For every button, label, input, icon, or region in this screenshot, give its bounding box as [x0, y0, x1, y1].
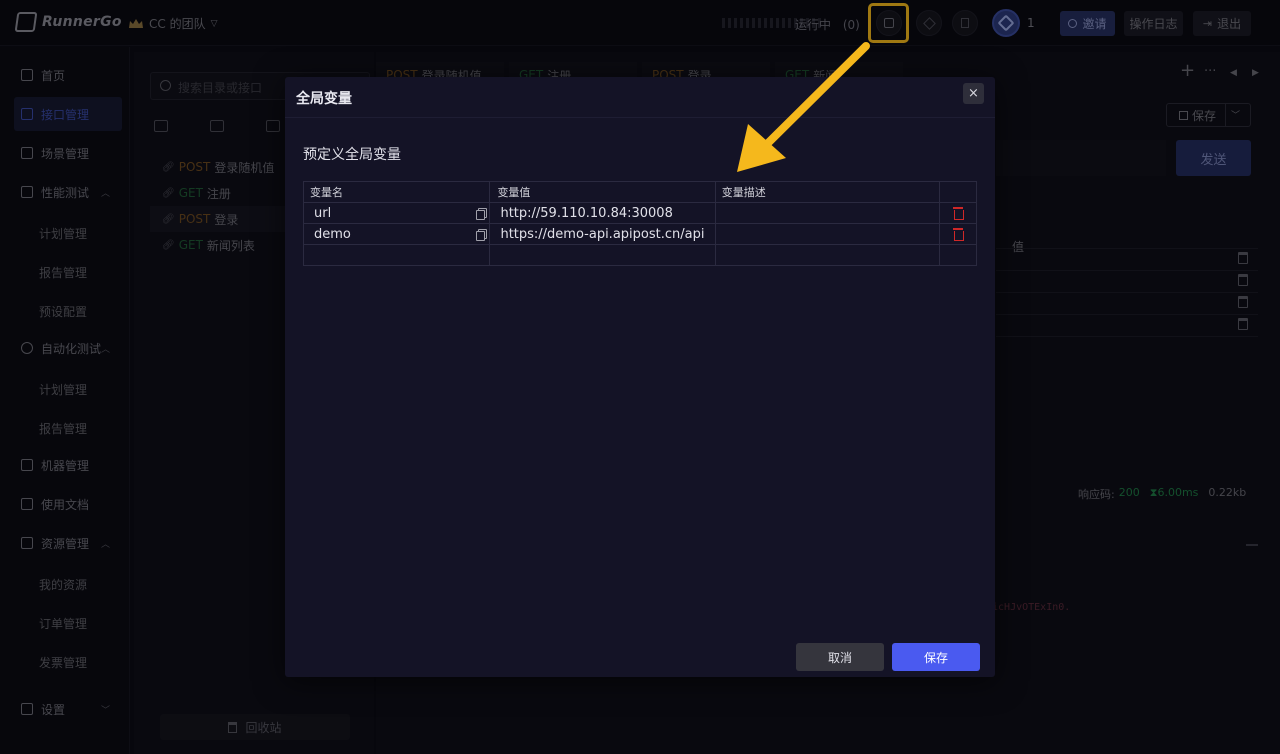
- save-button[interactable]: 保存: [892, 643, 980, 671]
- cancel-button[interactable]: 取消: [796, 643, 884, 671]
- trash-icon: [953, 207, 965, 220]
- column-header-action: [940, 182, 976, 202]
- variable-name-cell[interactable]: demo: [304, 224, 491, 244]
- table-header: 变量名 变量值 变量描述: [304, 182, 976, 203]
- table-row: demo https://demo-api.apipost.cn/api: [304, 224, 976, 245]
- variable-value-cell[interactable]: https://demo-api.apipost.cn/api: [490, 224, 716, 244]
- column-header-description: 变量描述: [716, 182, 941, 202]
- variable-description-cell[interactable]: [716, 203, 941, 223]
- delete-row-button[interactable]: [940, 203, 976, 223]
- variable-value: https://demo-api.apipost.cn/api: [500, 226, 705, 242]
- variables-table: 变量名 变量值 变量描述 url http://59.110.10.84:300…: [303, 181, 977, 266]
- delete-row-button[interactable]: [940, 224, 976, 244]
- new-variable-name-cell[interactable]: [304, 245, 491, 265]
- table-row-empty: [304, 245, 976, 265]
- empty-action-cell: [940, 245, 976, 265]
- variable-value-cell[interactable]: http://59.110.10.84:30008: [490, 203, 716, 223]
- variable-name: url: [314, 205, 332, 221]
- table-row: url http://59.110.10.84:30008: [304, 203, 976, 224]
- close-icon: ×: [968, 86, 979, 101]
- modal-title: 全局变量: [296, 91, 352, 107]
- new-variable-description-cell[interactable]: [716, 245, 941, 265]
- variable-name-cell[interactable]: url: [304, 203, 491, 223]
- variable-description-cell[interactable]: [716, 224, 941, 244]
- divider: [285, 117, 995, 118]
- section-title: 预定义全局变量: [303, 147, 401, 163]
- close-button[interactable]: ×: [963, 83, 984, 104]
- copy-icon[interactable]: [476, 208, 488, 220]
- column-header-value: 变量值: [490, 182, 716, 202]
- copy-icon[interactable]: [476, 229, 488, 241]
- column-header-name: 变量名: [304, 182, 491, 202]
- variable-value: http://59.110.10.84:30008: [500, 205, 673, 221]
- trash-icon: [953, 228, 965, 241]
- global-variables-modal: 全局变量 × 预定义全局变量 变量名 变量值 变量描述 url http://5…: [285, 77, 995, 677]
- variable-name: demo: [314, 226, 351, 242]
- new-variable-value-cell[interactable]: [490, 245, 716, 265]
